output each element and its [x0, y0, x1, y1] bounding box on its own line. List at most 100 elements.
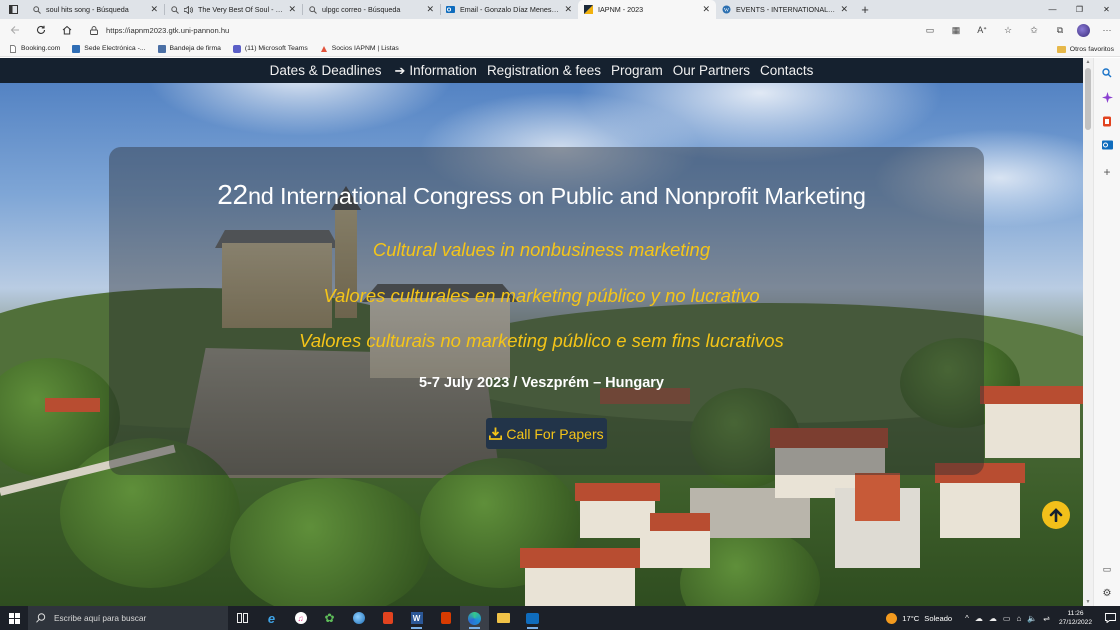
speaker-icon[interactable]: [184, 5, 193, 14]
close-tab-icon[interactable]: ✕: [702, 4, 710, 15]
building: [525, 563, 635, 606]
event-dates: 5-7 July 2023 / Veszprém – Hungary: [418, 375, 664, 391]
taskbar-search[interactable]: Escribe aquí para buscar: [28, 606, 228, 630]
taskbar-app-itunes[interactable]: ♫: [286, 606, 315, 630]
home-button[interactable]: [54, 19, 80, 41]
close-tab-icon[interactable]: ✕: [564, 4, 572, 15]
bookmark-item[interactable]: Sede Electrónica -...: [72, 44, 146, 53]
taskbar-app-word[interactable]: W: [402, 606, 431, 630]
browser-tab-strip: soul hits song - Búsqueda ✕ The Very Bes…: [0, 0, 1120, 19]
socios-icon: [320, 45, 328, 53]
settings-gear-icon[interactable]: ⚙: [1101, 587, 1113, 599]
download-icon: [489, 427, 503, 440]
weather-widget[interactable]: 17°C Soleado: [886, 612, 952, 624]
sidebar-toggle-icon[interactable]: ▭: [1101, 563, 1113, 575]
scroll-up-icon[interactable]: ▲: [1085, 59, 1091, 65]
sparkle-icon[interactable]: [1101, 91, 1113, 103]
outlook-icon[interactable]: [1101, 139, 1113, 151]
signature-icon: [157, 44, 166, 53]
page-scrollbar[interactable]: ▲ ▼: [1083, 58, 1093, 606]
nav-registration-fees[interactable]: Registration & fees: [484, 63, 604, 78]
back-to-top-button[interactable]: [1042, 501, 1070, 529]
tab-title: ulpgc correo - Búsqueda: [322, 5, 401, 14]
lock-icon[interactable]: [90, 25, 98, 35]
add-favorite-icon[interactable]: ☆: [999, 21, 1017, 39]
taskbar-app-network[interactable]: ✿: [315, 606, 344, 630]
globe-icon: [352, 612, 365, 624]
taskbar-clock[interactable]: 11:26 27/12/2022: [1059, 609, 1092, 627]
add-icon[interactable]: +: [1101, 165, 1113, 179]
read-aloud-icon[interactable]: Aᐩ: [973, 21, 991, 39]
taskbar-app-edge[interactable]: [460, 606, 489, 630]
chevron-up-icon[interactable]: ^: [965, 614, 969, 623]
scrollbar-thumb[interactable]: [1085, 68, 1091, 130]
taskbar-app-ie[interactable]: e: [257, 606, 286, 630]
browser-tab[interactable]: ulpgc correo - Búsqueda ✕: [302, 0, 440, 19]
favorites-icon[interactable]: ✩: [1025, 21, 1043, 39]
browser-tab[interactable]: The Very Best Of Soul - Gre ✕: [164, 0, 302, 19]
bookmark-item[interactable]: (11) Microsoft Teams: [232, 44, 308, 53]
call-for-papers-button[interactable]: Call For Papers: [486, 418, 607, 449]
more-menu-icon[interactable]: ···: [1098, 21, 1116, 39]
battery-icon[interactable]: ▭: [1003, 614, 1011, 623]
new-tab-button[interactable]: +: [854, 0, 876, 19]
taskbar-app-office[interactable]: [373, 606, 402, 630]
onedrive-icon[interactable]: ☁: [989, 614, 997, 623]
taskbar-app-globe[interactable]: [344, 606, 373, 630]
restore-icon[interactable]: ❐: [1066, 0, 1093, 19]
close-tab-icon[interactable]: ✕: [840, 4, 848, 15]
browser-tab[interactable]: W EVENTS - INTERNATIONAL ASSO ✕: [716, 0, 854, 19]
edge-icon: [468, 611, 481, 625]
window-controls: — ❐ ✕: [1039, 0, 1120, 19]
task-view-icon: [237, 613, 248, 623]
taskbar-app-office2[interactable]: [431, 606, 460, 630]
search-icon: [308, 5, 317, 14]
url-field[interactable]: https://iapnm2023.gtk.uni-pannon.hu: [90, 22, 925, 38]
browser-tab[interactable]: Email - Gonzalo Díaz Meneses - ✕: [440, 0, 578, 19]
bookmark-item[interactable]: Bandeja de firma: [157, 44, 221, 53]
close-window-icon[interactable]: ✕: [1093, 0, 1120, 19]
notifications-button[interactable]: [1100, 613, 1120, 623]
bookmark-item[interactable]: Socios IAPNM | Listas: [320, 45, 399, 53]
other-favorites[interactable]: Otros favoritos: [1056, 41, 1114, 57]
language-icon[interactable]: ⇌: [1043, 614, 1050, 623]
taskbar-app-outlook[interactable]: [518, 606, 547, 630]
scroll-down-icon[interactable]: ▼: [1085, 599, 1091, 605]
browser-tab[interactable]: soul hits song - Búsqueda ✕: [26, 0, 164, 19]
windows-taskbar: Escribe aquí para buscar e ♫ ✿ W 17°C So…: [0, 606, 1120, 630]
bookmark-item[interactable]: Booking.com: [9, 44, 60, 53]
nav-information[interactable]: ➔ Information: [391, 63, 479, 79]
search-icon[interactable]: [1101, 67, 1113, 79]
collections-icon[interactable]: ⧉: [1051, 21, 1069, 39]
qr-code-icon[interactable]: ▦: [947, 21, 965, 39]
close-tab-icon[interactable]: ✕: [288, 4, 296, 15]
tab-title: IAPNM - 2023: [598, 5, 644, 14]
page-viewport: 22nd International Congress on Public an…: [0, 58, 1083, 606]
nav-our-partners[interactable]: Our Partners: [670, 63, 753, 78]
start-button[interactable]: [0, 606, 28, 630]
reload-button[interactable]: [28, 19, 54, 41]
minimize-icon[interactable]: —: [1039, 0, 1066, 19]
nav-program[interactable]: Program: [608, 63, 666, 78]
site-navigation: Dates & Deadlines ➔ Information Registrat…: [0, 58, 1083, 83]
system-tray: 17°C Soleado ^ ☁ ☁ ▭ ⌂ 🔈 ⇌ 11:26 27/12/2…: [886, 606, 1120, 630]
cloud-icon[interactable]: ☁: [975, 614, 983, 623]
back-button[interactable]: [2, 19, 28, 41]
profile-avatar[interactable]: [1077, 23, 1090, 37]
network-icon[interactable]: ⌂: [1016, 614, 1021, 623]
close-tab-icon[interactable]: ✕: [150, 4, 158, 15]
browser-tab-active[interactable]: IAPNM - 2023 ✕: [578, 0, 716, 19]
office-icon: [440, 612, 451, 624]
office-icon[interactable]: [1101, 115, 1113, 127]
taskbar-app-explorer[interactable]: [489, 606, 518, 630]
tab-actions-button[interactable]: [0, 0, 26, 19]
nav-contacts[interactable]: Contacts: [757, 63, 816, 78]
task-view-button[interactable]: [228, 606, 257, 630]
windows-logo-icon: [8, 612, 20, 624]
nav-dates-deadlines[interactable]: Dates & Deadlines: [267, 63, 385, 78]
call-for-papers-label: Call For Papers: [506, 425, 604, 442]
close-tab-icon[interactable]: ✕: [426, 4, 434, 15]
app-available-icon[interactable]: ▭: [921, 21, 939, 39]
notification-icon: [1104, 613, 1116, 623]
volume-icon[interactable]: 🔈: [1027, 614, 1037, 623]
